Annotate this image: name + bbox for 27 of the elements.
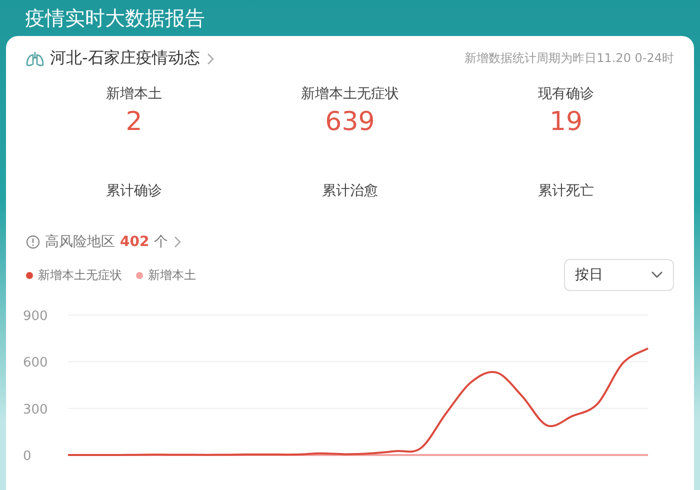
y-axis-tick-label: 600 [23, 356, 48, 371]
stat-value: 19 [549, 107, 583, 137]
y-axis-tick-label: 900 [23, 309, 48, 324]
stat-label: 新增本土 [106, 85, 162, 103]
stat-label: 累计治愈 [322, 182, 378, 200]
y-axis-tick-label: 0 [23, 449, 32, 464]
stat-label: 新增本土无症状 [301, 85, 399, 103]
stat-label: 现有确诊 [538, 85, 594, 103]
chevron-right-icon [206, 52, 214, 64]
stat-label: 累计死亡 [538, 182, 594, 200]
legend-label: 新增本土无症状 [38, 266, 122, 284]
chevron-right-icon [173, 236, 182, 248]
risk-area-label[interactable]: 高风险地区 [45, 233, 115, 251]
stat-label: 累计确诊 [106, 182, 162, 200]
stat-value: 639 [325, 107, 375, 137]
risk-area-unit: 个 [154, 233, 168, 251]
stat-value: 2 [126, 107, 142, 137]
lungs-icon [26, 50, 44, 66]
risk-area-count: 402 [120, 234, 150, 250]
chevron-down-icon [651, 271, 663, 279]
stats-period-note: 新增数据统计周期为昨日11.20 0-24时 [464, 50, 674, 67]
period-dropdown[interactable]: 按日 [564, 259, 674, 291]
y-axis-tick-label: 300 [23, 402, 48, 418]
info-icon [26, 235, 40, 249]
legend-label: 新增本土 [148, 266, 196, 284]
page-title: 疫情实时大数据报告 [25, 5, 205, 31]
card-title[interactable]: 河北-石家庄疫情动态 [50, 48, 200, 69]
